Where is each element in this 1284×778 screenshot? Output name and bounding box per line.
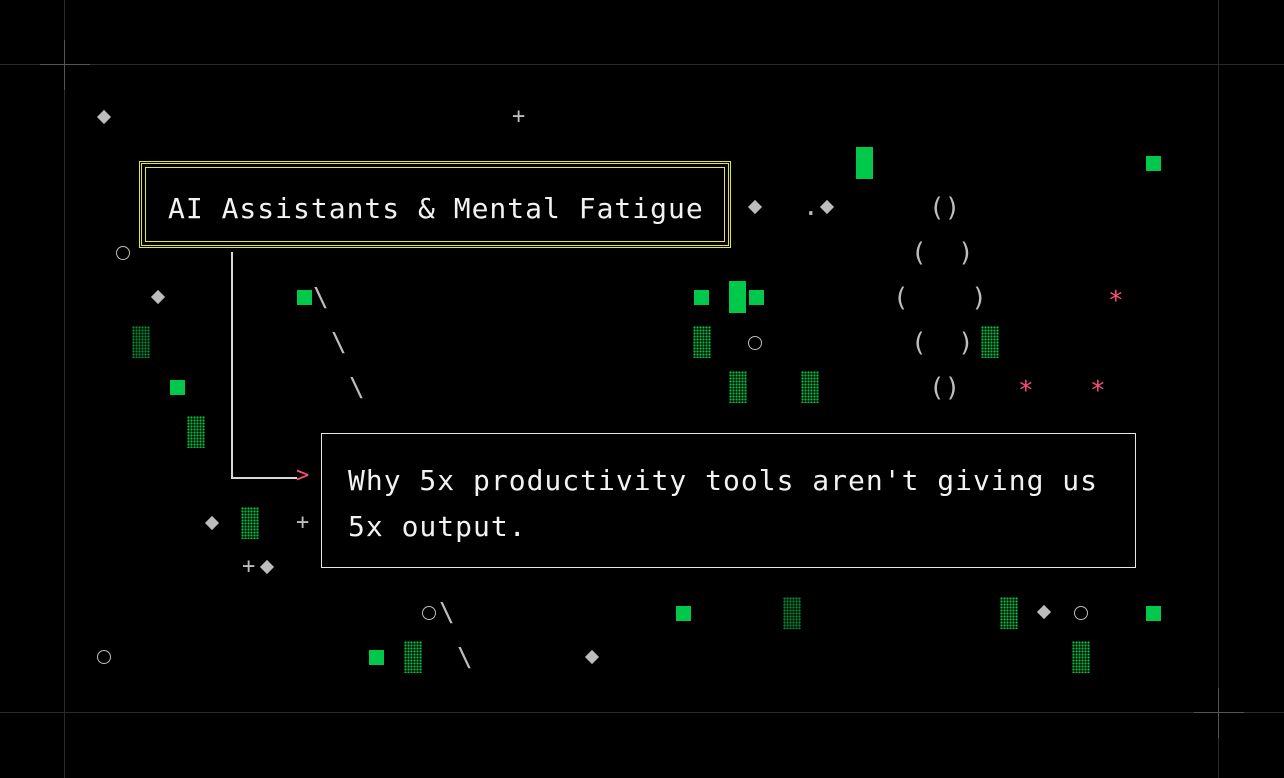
shade-block <box>132 326 150 358</box>
paren-shape: ( ) <box>893 283 987 313</box>
green-square <box>1146 156 1161 171</box>
circle-icon <box>97 650 111 664</box>
circle-icon <box>748 336 762 350</box>
shade-block <box>981 326 999 358</box>
connector-horizontal <box>231 477 297 479</box>
crosshair-top-left-v <box>64 40 65 90</box>
crosshair-bottom-right-h <box>1194 712 1244 713</box>
subtitle-line-1: Why 5x productivity tools aren't giving … <box>348 464 1099 497</box>
shade-block <box>729 371 747 403</box>
connector-vertical <box>231 252 233 478</box>
backslash-mark: \ <box>349 373 365 403</box>
plus-icon: + <box>296 510 310 535</box>
diamond-icon <box>204 515 220 531</box>
green-square <box>369 650 384 665</box>
green-square <box>297 290 312 305</box>
shade-block <box>1072 641 1090 673</box>
diamond-icon <box>259 559 275 575</box>
green-bar <box>856 147 873 179</box>
diamond-icon <box>96 109 112 125</box>
paren-shape: ( ) <box>911 328 974 358</box>
shade-block <box>1000 597 1018 629</box>
grid-line-right <box>1218 0 1219 778</box>
shade-block <box>693 326 711 358</box>
backslash-mark: \ <box>457 643 473 673</box>
backslash-mark: \ <box>439 598 455 628</box>
paren-shape: () <box>929 373 961 403</box>
diamond-icon <box>747 199 763 215</box>
shade-block <box>187 416 205 448</box>
dot-mark: . <box>803 192 819 222</box>
diamond-icon <box>819 199 835 215</box>
page-title: AI Assistants & Mental Fatigue <box>168 192 704 225</box>
grid-line-left <box>64 0 65 778</box>
diamond-icon <box>1036 604 1052 620</box>
backslash-mark: \ <box>313 283 329 313</box>
shade-block <box>241 507 259 539</box>
green-square <box>694 290 709 305</box>
shade-block <box>801 371 819 403</box>
grid-line-top <box>0 64 1284 65</box>
asterisk-icon: * <box>1018 376 1034 406</box>
paren-shape: () <box>929 193 961 223</box>
green-square <box>1146 606 1161 621</box>
paren-shape: ( ) <box>911 238 974 268</box>
plus-icon: + <box>242 554 256 579</box>
asterisk-icon: * <box>1108 286 1124 316</box>
green-bar <box>729 281 746 313</box>
circle-icon <box>116 246 130 260</box>
diamond-icon <box>150 289 166 305</box>
subtitle-line-2: 5x output. <box>348 510 527 543</box>
crosshair-top-left-h <box>40 64 90 65</box>
shade-block <box>783 597 801 629</box>
crosshair-bottom-right-v <box>1218 688 1219 738</box>
grid-line-bottom <box>0 712 1284 713</box>
plus-icon: + <box>512 104 526 129</box>
diamond-icon <box>584 649 600 665</box>
green-square <box>676 606 691 621</box>
circle-icon <box>1074 606 1088 620</box>
shade-block <box>404 641 422 673</box>
green-square <box>170 380 185 395</box>
backslash-mark: \ <box>331 328 347 358</box>
circle-icon <box>422 606 436 620</box>
asterisk-icon: * <box>1090 376 1106 406</box>
green-square <box>749 290 764 305</box>
connector-arrow-icon: > <box>296 463 310 488</box>
